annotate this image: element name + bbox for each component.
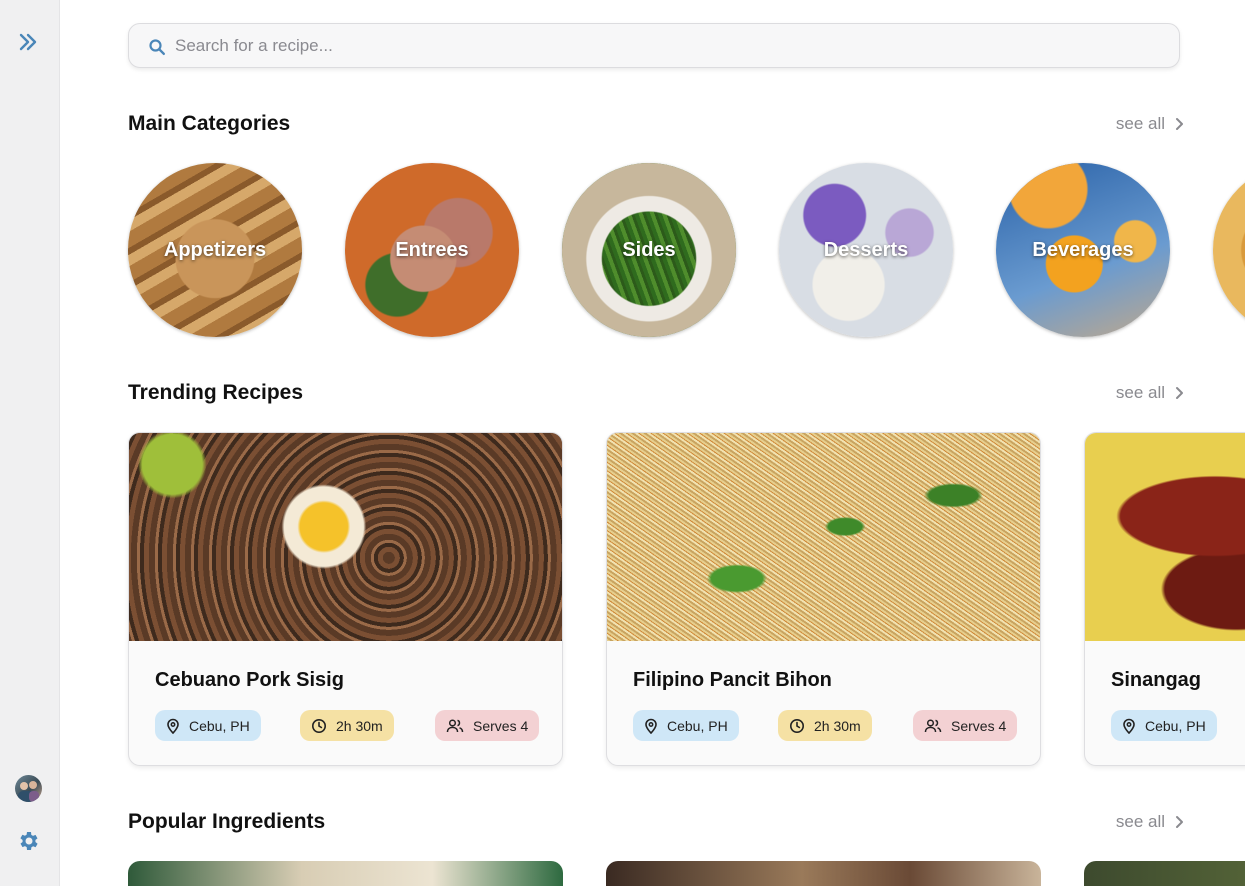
map-pin-icon	[645, 718, 657, 734]
map-pin-icon	[1123, 718, 1135, 734]
search-icon	[149, 39, 165, 55]
location-text: Cebu, PH	[1145, 717, 1206, 734]
see-all-label: see all	[1115, 812, 1165, 831]
category-entrees[interactable]: Entrees	[345, 163, 519, 337]
see-all-ingredients-link[interactable]: see all	[1116, 812, 1185, 832]
ingredient-card[interactable]	[606, 861, 1041, 886]
search-bar	[128, 23, 1180, 68]
category-beverages[interactable]: Beverages	[996, 163, 1170, 337]
time-text: 2h 30m	[336, 717, 383, 734]
recipe-photo	[1085, 433, 1245, 641]
ingredient-card[interactable]	[1084, 861, 1245, 886]
category-appetizers[interactable]: Appetizers	[128, 163, 302, 337]
serves-text: Serves 4	[473, 717, 529, 734]
recipe-photo	[129, 433, 562, 641]
ingredient-card[interactable]	[128, 861, 563, 886]
section-title-trending: Trending Recipes	[128, 381, 304, 404]
category-label: Appetizers	[163, 239, 267, 261]
chevron-right-icon	[1176, 387, 1183, 399]
sidebar	[0, 0, 60, 886]
category-next[interactable]	[1213, 163, 1245, 337]
clock-icon	[312, 718, 326, 733]
recipe-title: Cebuano Pork Sisig	[155, 669, 344, 691]
clock-icon	[790, 718, 804, 733]
chevron-right-icon	[1176, 816, 1183, 828]
category-label: Sides	[622, 239, 676, 261]
avatar[interactable]	[15, 775, 42, 802]
double-chevron-right-icon[interactable]	[16, 30, 40, 54]
see-all-trending-link[interactable]: see all	[1116, 383, 1185, 403]
category-sides[interactable]: Sides	[562, 163, 736, 337]
location-badge: Cebu, PH	[633, 710, 739, 741]
time-badge: 2h 30m	[300, 710, 394, 741]
recipe-title: Filipino Pancit Bihon	[633, 669, 832, 691]
time-text: 2h 30m	[814, 717, 861, 734]
category-label: Entrees	[395, 239, 469, 261]
map-pin-icon	[167, 718, 179, 734]
category-label: Desserts	[823, 239, 909, 261]
search-input[interactable]	[175, 24, 1155, 67]
recipe-card[interactable]: Filipino Pancit Bihon Cebu, PH 2h 30m Se…	[606, 432, 1041, 766]
category-next-image	[1213, 163, 1245, 337]
users-icon	[924, 718, 942, 732]
see-all-label: see all	[1115, 383, 1165, 402]
serves-text: Serves 4	[951, 717, 1007, 734]
serves-badge: Serves 4	[435, 710, 540, 741]
chevron-right-icon	[1176, 118, 1183, 130]
location-badge: Cebu, PH	[155, 710, 261, 741]
see-all-categories-link[interactable]: see all	[1116, 114, 1185, 134]
section-title-ingredients: Popular Ingredients	[128, 810, 326, 833]
users-icon	[446, 718, 464, 732]
location-badge: Cebu, PH	[1111, 710, 1217, 741]
recipe-card[interactable]: Cebuano Pork Sisig Cebu, PH 2h 30m Serve…	[128, 432, 563, 766]
category-label: Beverages	[1032, 239, 1134, 261]
location-text: Cebu, PH	[667, 717, 728, 734]
see-all-label: see all	[1115, 114, 1165, 133]
category-desserts[interactable]: Desserts	[779, 163, 953, 337]
serves-badge: Serves 4	[913, 710, 1018, 741]
main-content: Main Categories see all Appetizers Entre…	[60, 0, 1245, 886]
location-text: Cebu, PH	[189, 717, 250, 734]
recipe-title: Sinangag	[1111, 669, 1202, 691]
gear-icon[interactable]	[17, 829, 41, 853]
recipe-card[interactable]: Sinangag Cebu, PH	[1084, 432, 1245, 766]
section-title-categories: Main Categories	[128, 112, 291, 135]
recipe-photo	[607, 433, 1040, 641]
time-badge: 2h 30m	[778, 710, 872, 741]
